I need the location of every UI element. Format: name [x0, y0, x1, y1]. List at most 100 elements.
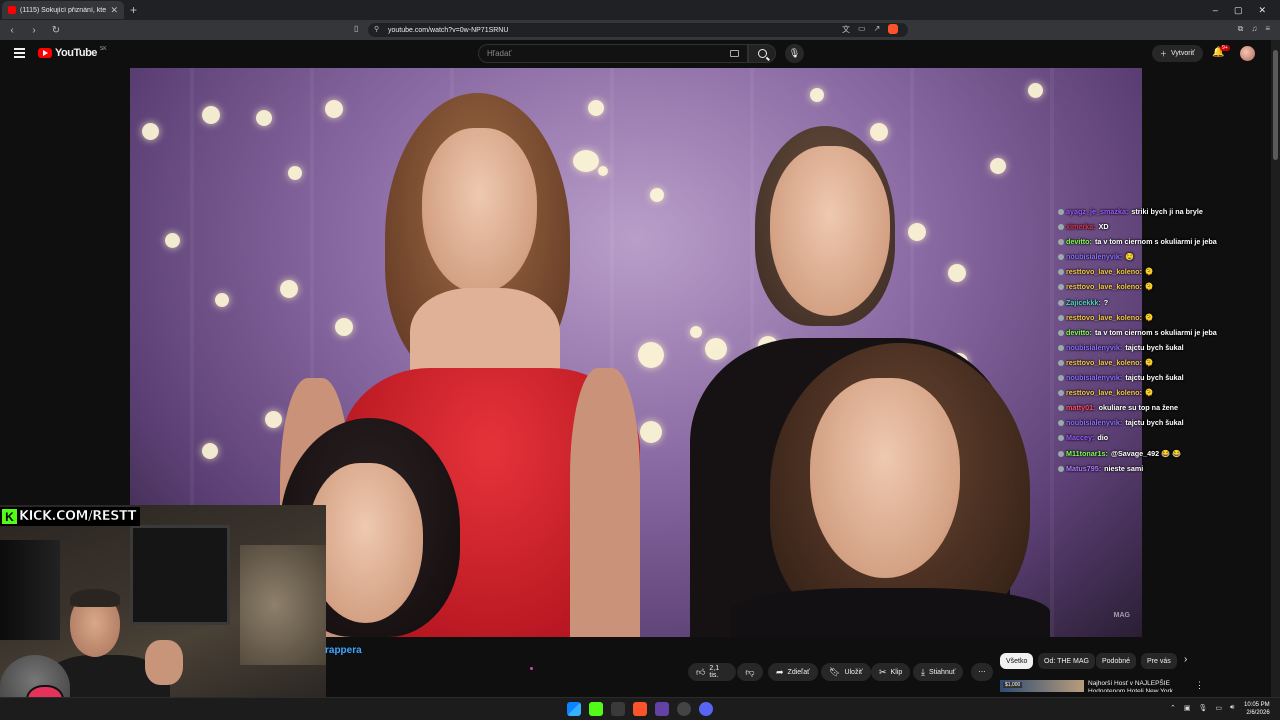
streamer-hair	[70, 589, 120, 607]
background-wall	[240, 545, 326, 665]
maximize-button[interactable]: ▢	[1234, 5, 1243, 16]
bokeh-light	[202, 106, 220, 124]
browser-extensions: ⧉ ♫ ≡	[1238, 24, 1270, 34]
menu-icon[interactable]: ≡	[1265, 24, 1270, 34]
site-info-icon[interactable]: ⚲	[374, 25, 379, 33]
chat-badge-icon	[1058, 284, 1064, 291]
media-icon[interactable]: ♫	[1251, 24, 1257, 34]
create-button[interactable]: ＋ Vytvoriť	[1152, 45, 1203, 62]
extensions-icon[interactable]: ⧉	[1238, 24, 1244, 34]
browser-tab[interactable]: (1115) Šokující přiznání, které ✕	[2, 1, 124, 19]
share-page-icon[interactable]: ↗	[874, 24, 881, 35]
brave-browser-icon[interactable]	[633, 702, 647, 716]
share-button[interactable]: ➦ Zdieľať	[768, 663, 818, 681]
search-icon	[757, 49, 767, 58]
scrollbar-thumb[interactable]	[1273, 50, 1278, 160]
bokeh-light	[202, 443, 218, 459]
window-controls: – ▢ ✕	[1213, 5, 1280, 16]
video-title[interactable]: rappera	[325, 645, 362, 656]
chat-text: okuliare su top na žene	[1098, 403, 1179, 413]
like-button[interactable]: 👍︎ 2,1 tis.	[688, 663, 736, 681]
chat-text: ?	[1103, 297, 1109, 307]
url-text: youtube.com/watch?v=0w-NP71SRNU	[388, 26, 509, 34]
youtube-logo[interactable]: YouTube SK	[38, 46, 107, 59]
chat-message: resttovo_lave_koleno: 🫠	[1058, 282, 1228, 292]
kebab-menu-icon[interactable]: ⋮	[1195, 680, 1204, 691]
bokeh-light	[256, 110, 272, 126]
reload-icon[interactable]: ↻	[50, 25, 62, 36]
chat-text: ta v tom ciernom s okuliarmi je jeba	[1094, 237, 1217, 247]
volume-icon[interactable]: 🔊︎	[1230, 704, 1234, 712]
chat-text: ta v tom ciernom s okuliarmi je jeba	[1094, 327, 1217, 337]
chat-username: resttovo_lave_koleno:	[1066, 357, 1142, 367]
guide-menu-icon[interactable]	[14, 48, 25, 58]
chip-all[interactable]: Všetko	[1000, 653, 1034, 669]
close-tab-icon[interactable]: ✕	[110, 5, 118, 16]
browser-toolbar: ‹ › ↻ ▯ ⚲ youtube.com/watch?v=0w-NP71SRN…	[0, 20, 1280, 40]
close-window-button[interactable]: ✕	[1258, 5, 1266, 16]
search-input[interactable]: Hľadať	[478, 44, 748, 63]
download-button[interactable]: ⤓ Stiahnuť	[913, 663, 964, 681]
bookmark-icon[interactable]: ▯	[354, 24, 358, 33]
chat-message: resttovo_lave_koleno: 🫠	[1058, 388, 1228, 398]
chat-message: noubisialenyvik: tajctu bych šukal	[1058, 373, 1228, 383]
chat-text: dio	[1097, 433, 1109, 443]
chat-badge-icon	[1058, 209, 1064, 215]
chat-message: matty01: okuliare su top na žene	[1058, 403, 1228, 413]
chat-message: M11tonar1s: @Savage_492 😂 😂	[1058, 449, 1228, 459]
bokeh-light	[908, 223, 926, 241]
chat-username: noubisialenyvik:	[1066, 342, 1123, 352]
voice-search-button[interactable]: 🎙	[785, 44, 804, 63]
chat-badge-icon	[1058, 405, 1064, 412]
screen-icon[interactable]: ▭	[858, 24, 866, 35]
mic-tray-icon[interactable]: 🎙	[1199, 704, 1208, 712]
chat-badge-icon	[1058, 254, 1064, 261]
brave-shield-icon[interactable]	[888, 24, 899, 34]
chat-badge-icon	[1058, 435, 1064, 442]
thumbs-up-icon: 👍︎	[696, 666, 706, 677]
chat-message: noubisialenyvik: 🤤	[1058, 252, 1228, 262]
app-icon[interactable]	[655, 702, 669, 716]
recommended-video[interactable]: $1,000 Najhorší Hosť v NAJLEPŠIE Hodnote…	[1000, 678, 1200, 692]
chat-text: XD	[1098, 222, 1109, 232]
chip-related[interactable]: Podobné	[1096, 653, 1137, 669]
chat-username: resttovo_lave_koleno:	[1066, 312, 1142, 322]
tray-overflow-icon[interactable]: ⌃	[1170, 704, 1176, 712]
kick-app-icon[interactable]	[589, 702, 603, 716]
search-button[interactable]	[748, 44, 776, 63]
chat-text: 🫠	[1144, 267, 1154, 277]
chip-from-channel[interactable]: Od: THE MAG	[1038, 653, 1095, 669]
clip-button[interactable]: ✂ Klip	[871, 663, 911, 681]
account-avatar[interactable]	[1240, 46, 1255, 61]
microphone-icon: 🎙	[788, 48, 801, 58]
dislike-button[interactable]: 👎︎	[737, 663, 763, 681]
save-button[interactable]: 🔖︎ Uložiť	[821, 663, 871, 681]
discord-icon[interactable]	[699, 702, 713, 716]
obs-icon[interactable]	[611, 702, 625, 716]
chat-message: Matus795: nieste sami	[1058, 464, 1228, 474]
back-icon[interactable]: ‹	[6, 25, 18, 36]
page-scrollbar[interactable]	[1271, 40, 1280, 697]
new-tab-button[interactable]: +	[130, 3, 137, 17]
chat-message: Maccey: dio	[1058, 433, 1228, 443]
chat-badge-icon	[1058, 390, 1064, 397]
wifi-icon[interactable]: ▭	[1215, 704, 1222, 712]
forward-icon[interactable]: ›	[28, 25, 40, 36]
windows-start-icon[interactable]	[567, 702, 581, 716]
more-actions-button[interactable]: ⋯	[971, 663, 993, 681]
taskbar-apps	[567, 702, 713, 716]
system-tray: ⌃ ▣ 🎙 ▭ 🔊︎	[1170, 704, 1234, 712]
thumbnail-price-text: $1,000	[1003, 682, 1023, 688]
settings-gear-icon[interactable]	[677, 702, 691, 716]
chevron-right-icon[interactable]: ›	[1184, 654, 1187, 665]
minimize-button[interactable]: –	[1213, 5, 1218, 16]
translate-icon[interactable]: 文	[842, 24, 850, 35]
keyboard-icon[interactable]	[730, 50, 739, 57]
chat-badge-icon	[1058, 450, 1064, 457]
bokeh-light	[810, 88, 824, 102]
system-clock[interactable]: 10:05 PM 2/6/2026	[1244, 701, 1270, 717]
address-bar[interactable]: ⚲ youtube.com/watch?v=0w-NP71SRNU	[368, 23, 908, 37]
chat-message: resttovo_lave_koleno: 🫠	[1058, 267, 1228, 277]
tray-app-icon[interactable]: ▣	[1184, 704, 1191, 712]
chip-for-you[interactable]: Pre vás	[1141, 653, 1177, 669]
